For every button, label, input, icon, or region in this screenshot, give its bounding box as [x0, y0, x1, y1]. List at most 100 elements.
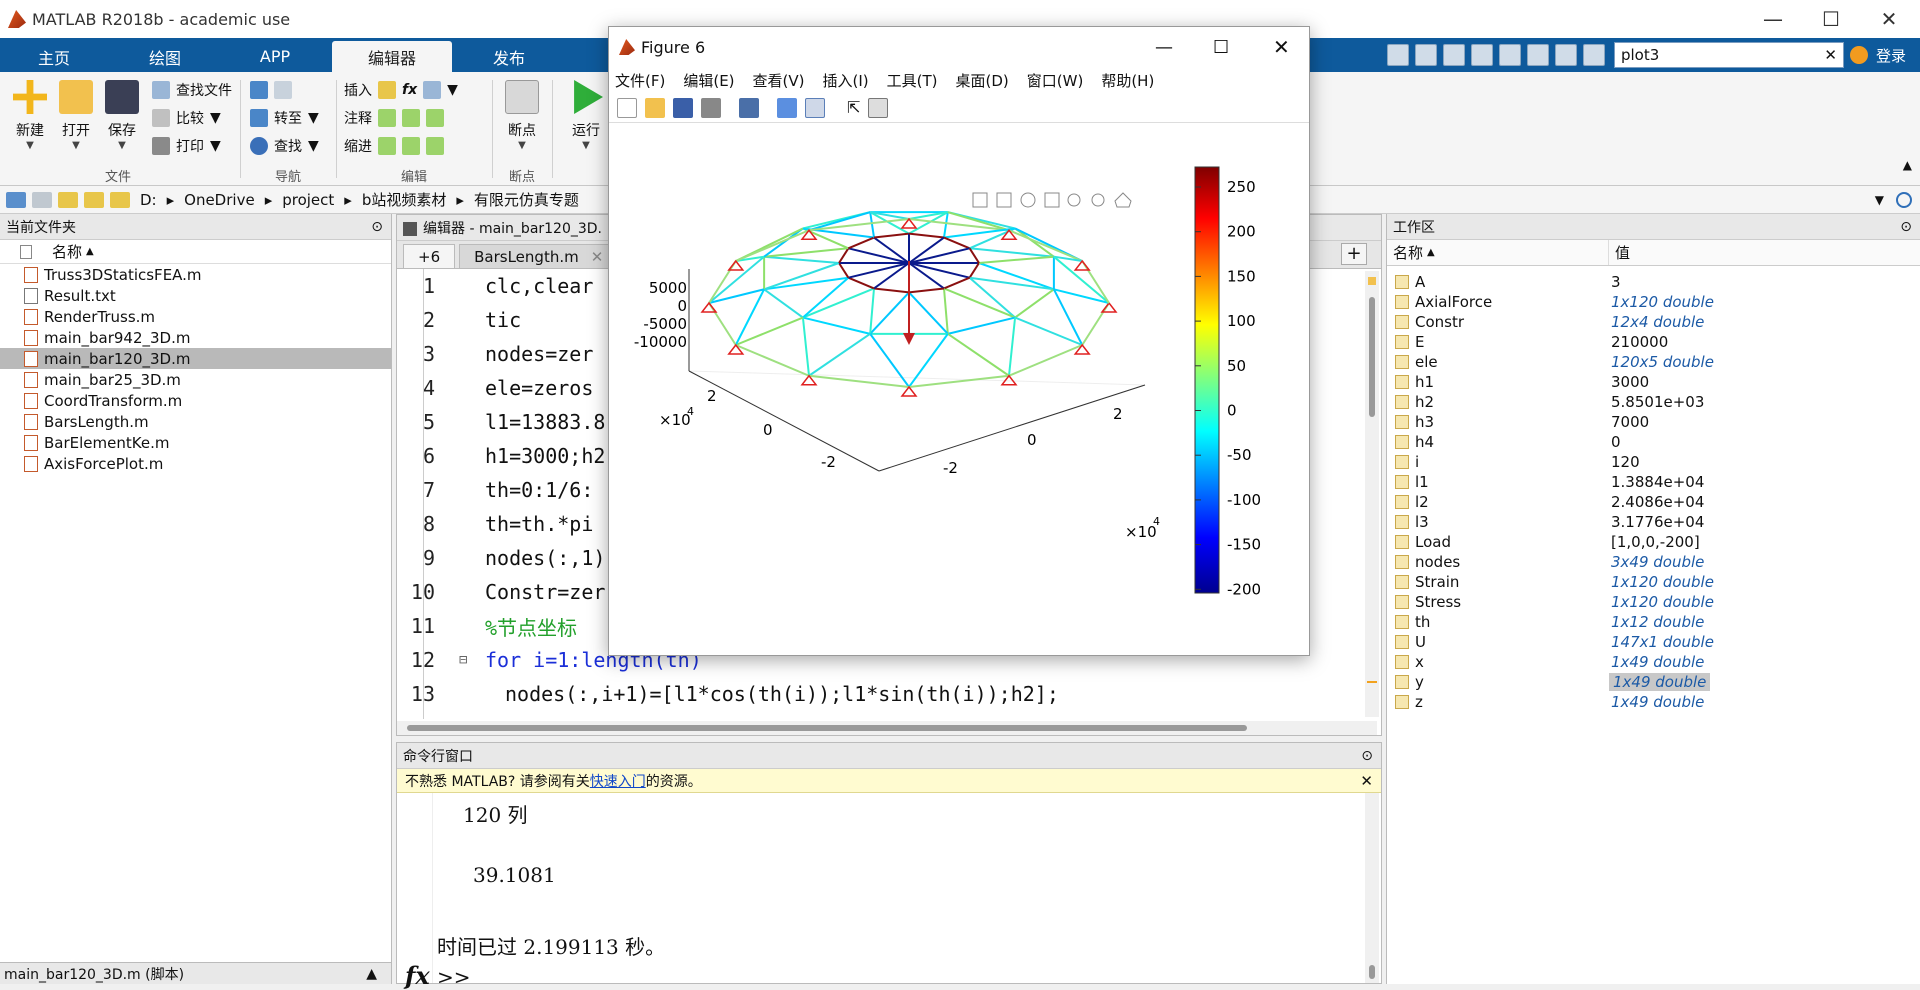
new-button[interactable]: 新建 ▼: [10, 80, 50, 151]
workspace-row[interactable]: y 1x49 double: [1387, 672, 1920, 692]
fx-icon[interactable]: fx: [405, 961, 430, 990]
pointer-icon[interactable]: ⇱: [847, 98, 860, 117]
breakpoints-button[interactable]: 断点 ▼: [502, 80, 542, 151]
brush-icon[interactable]: [972, 192, 988, 208]
column-value[interactable]: 值: [1609, 240, 1630, 265]
indent-button[interactable]: 缩进: [344, 134, 444, 158]
code-line[interactable]: 10 Constr=zer: [397, 575, 606, 609]
cmd-vscrollbar[interactable]: [1365, 793, 1379, 983]
file-row[interactable]: main_bar25_3D.m: [0, 369, 391, 390]
fold-toggle-icon[interactable]: ⊟: [459, 652, 467, 668]
figure-menu-item[interactable]: 帮助(H): [1101, 70, 1154, 91]
help-icon[interactable]: [1582, 44, 1605, 66]
notification-icon[interactable]: [1849, 46, 1868, 64]
figure-menu-item[interactable]: 文件(F): [615, 70, 665, 91]
code-line[interactable]: 1 clc,clear: [397, 269, 593, 303]
tab-home[interactable]: 主页: [0, 41, 108, 72]
workspace-row[interactable]: A3: [1387, 272, 1920, 292]
code-line[interactable]: 11 %节点坐标: [397, 609, 577, 643]
maximize-icon[interactable]: ☐: [1804, 0, 1858, 38]
workspace-row[interactable]: h3 7000: [1387, 412, 1920, 432]
zoom-in-icon[interactable]: [1067, 193, 1081, 207]
workspace-row[interactable]: Load [1,0,0,-200]: [1387, 532, 1920, 552]
pan-icon[interactable]: [1044, 192, 1060, 208]
back-nav-button[interactable]: [250, 78, 292, 102]
code-line[interactable]: 2 tic: [397, 303, 521, 337]
code-line[interactable]: 6 h1=3000;h2: [397, 439, 605, 473]
forward-icon[interactable]: [32, 191, 52, 208]
workspace-row[interactable]: E 210000: [1387, 332, 1920, 352]
breadcrumb-onedrive[interactable]: OneDrive: [184, 191, 255, 209]
workspace-row[interactable]: z 1x49 double: [1387, 692, 1920, 712]
workspace-row[interactable]: i 120: [1387, 452, 1920, 472]
workspace-row[interactable]: nodes 3x49 double: [1387, 552, 1920, 572]
search-folder-icon[interactable]: [1896, 191, 1912, 208]
figure-menu-item[interactable]: 插入(I): [823, 70, 869, 91]
code-analyzer-indicator[interactable]: [1368, 277, 1376, 285]
code-line[interactable]: 7 th=0:1/6:: [397, 473, 593, 507]
panel-menu-icon[interactable]: ⊙: [1900, 219, 1912, 235]
zoom-out-icon[interactable]: [1091, 193, 1105, 207]
collapse-ribbon-icon[interactable]: ▲: [1903, 158, 1912, 172]
insert-legend-icon[interactable]: [805, 97, 825, 118]
code-line[interactable]: 4 ele=zeros: [397, 371, 593, 405]
workspace-row[interactable]: th 1x12 double: [1387, 612, 1920, 632]
file-row[interactable]: Truss3DStaticsFEA.m: [0, 264, 391, 285]
tab-plots[interactable]: 绘图: [112, 41, 218, 72]
close-icon[interactable]: ✕: [1862, 0, 1916, 38]
breadcrumb-fea[interactable]: 有限元仿真专题: [474, 189, 579, 210]
file-row[interactable]: BarsLength.m: [0, 411, 391, 432]
workspace-row[interactable]: Stress 1x120 double: [1387, 592, 1920, 612]
tab-apps[interactable]: APP: [222, 41, 328, 72]
compare-button[interactable]: 比较 ▼: [152, 106, 221, 130]
open-icon[interactable]: [645, 97, 665, 118]
editor-vscroll-thumb[interactable]: [1369, 297, 1375, 417]
breadcrumb-drive[interactable]: D:: [140, 191, 157, 209]
workspace-row[interactable]: h1 3000: [1387, 372, 1920, 392]
file-row[interactable]: Result.txt: [0, 285, 391, 306]
workspace-row[interactable]: U 147x1 double: [1387, 632, 1920, 652]
home-icon[interactable]: [1114, 192, 1132, 208]
panel-menu-icon[interactable]: ⊙: [1361, 748, 1373, 764]
workspace-row[interactable]: h4 0: [1387, 432, 1920, 452]
code-line[interactable]: 9 nodes(:,1): [397, 541, 605, 575]
workspace-row[interactable]: x 1x49 double: [1387, 652, 1920, 672]
breadcrumb-videos[interactable]: b站视频素材: [362, 189, 447, 210]
address-dropdown-icon[interactable]: ▼: [1875, 193, 1884, 207]
code-line[interactable]: 13 nodes(:,i+1)=[l1*cos(th(i));l1*sin(th(…: [397, 677, 1059, 711]
workspace-row[interactable]: Strain 1x120 double: [1387, 572, 1920, 592]
figure-menu-item[interactable]: 编辑(E): [683, 70, 734, 91]
copy-icon[interactable]: [1442, 44, 1465, 66]
switch-windows-icon[interactable]: [1554, 44, 1577, 66]
redo-icon[interactable]: [1526, 44, 1549, 66]
figure-menu-item[interactable]: 工具(T): [887, 70, 938, 91]
undo-icon[interactable]: [1498, 44, 1521, 66]
workspace-row[interactable]: l2 2.4086e+04: [1387, 492, 1920, 512]
workspace-row[interactable]: l3 3.1776e+04: [1387, 512, 1920, 532]
file-row[interactable]: CoordTransform.m: [0, 390, 391, 411]
code-line[interactable]: 8 th=th.*pi: [397, 507, 593, 541]
figure-menu-item[interactable]: 桌面(D): [956, 70, 1009, 91]
run-button[interactable]: 运行 ▼: [566, 80, 606, 151]
file-details-bar[interactable]: main_bar120_3D.m (脚本) ▲: [0, 962, 391, 984]
editor-vscrollbar[interactable]: [1365, 271, 1379, 717]
tab-barslength[interactable]: BarsLength.m ✕: [459, 244, 619, 268]
paste-icon[interactable]: [1470, 44, 1493, 66]
breadcrumb-project[interactable]: project: [282, 191, 334, 209]
insert-colorbar-icon[interactable]: [777, 97, 797, 118]
figure-axes[interactable]: 5000 0 -5000 -10000 2 0 -2 ×10 4 2 0 -2 …: [609, 125, 1309, 655]
rotate-icon[interactable]: [1020, 192, 1036, 208]
cmd-vscroll-thumb[interactable]: [1369, 965, 1375, 979]
new-figure-icon[interactable]: [617, 97, 637, 118]
minimize-icon[interactable]: —: [1746, 0, 1800, 38]
save-button[interactable]: 保存 ▼: [102, 80, 142, 151]
clear-search-icon[interactable]: ✕: [1824, 46, 1837, 64]
back-icon[interactable]: [6, 191, 26, 208]
find-files-button[interactable]: 查找文件: [152, 78, 232, 102]
file-row[interactable]: BarElementKe.m: [0, 432, 391, 453]
datatip-icon[interactable]: [996, 192, 1012, 208]
close-tab-icon[interactable]: ✕: [591, 248, 604, 266]
file-row[interactable]: RenderTruss.m: [0, 306, 391, 327]
up-folder-icon[interactable]: [58, 191, 78, 208]
search-documentation-input[interactable]: plot3 ✕: [1613, 42, 1844, 68]
